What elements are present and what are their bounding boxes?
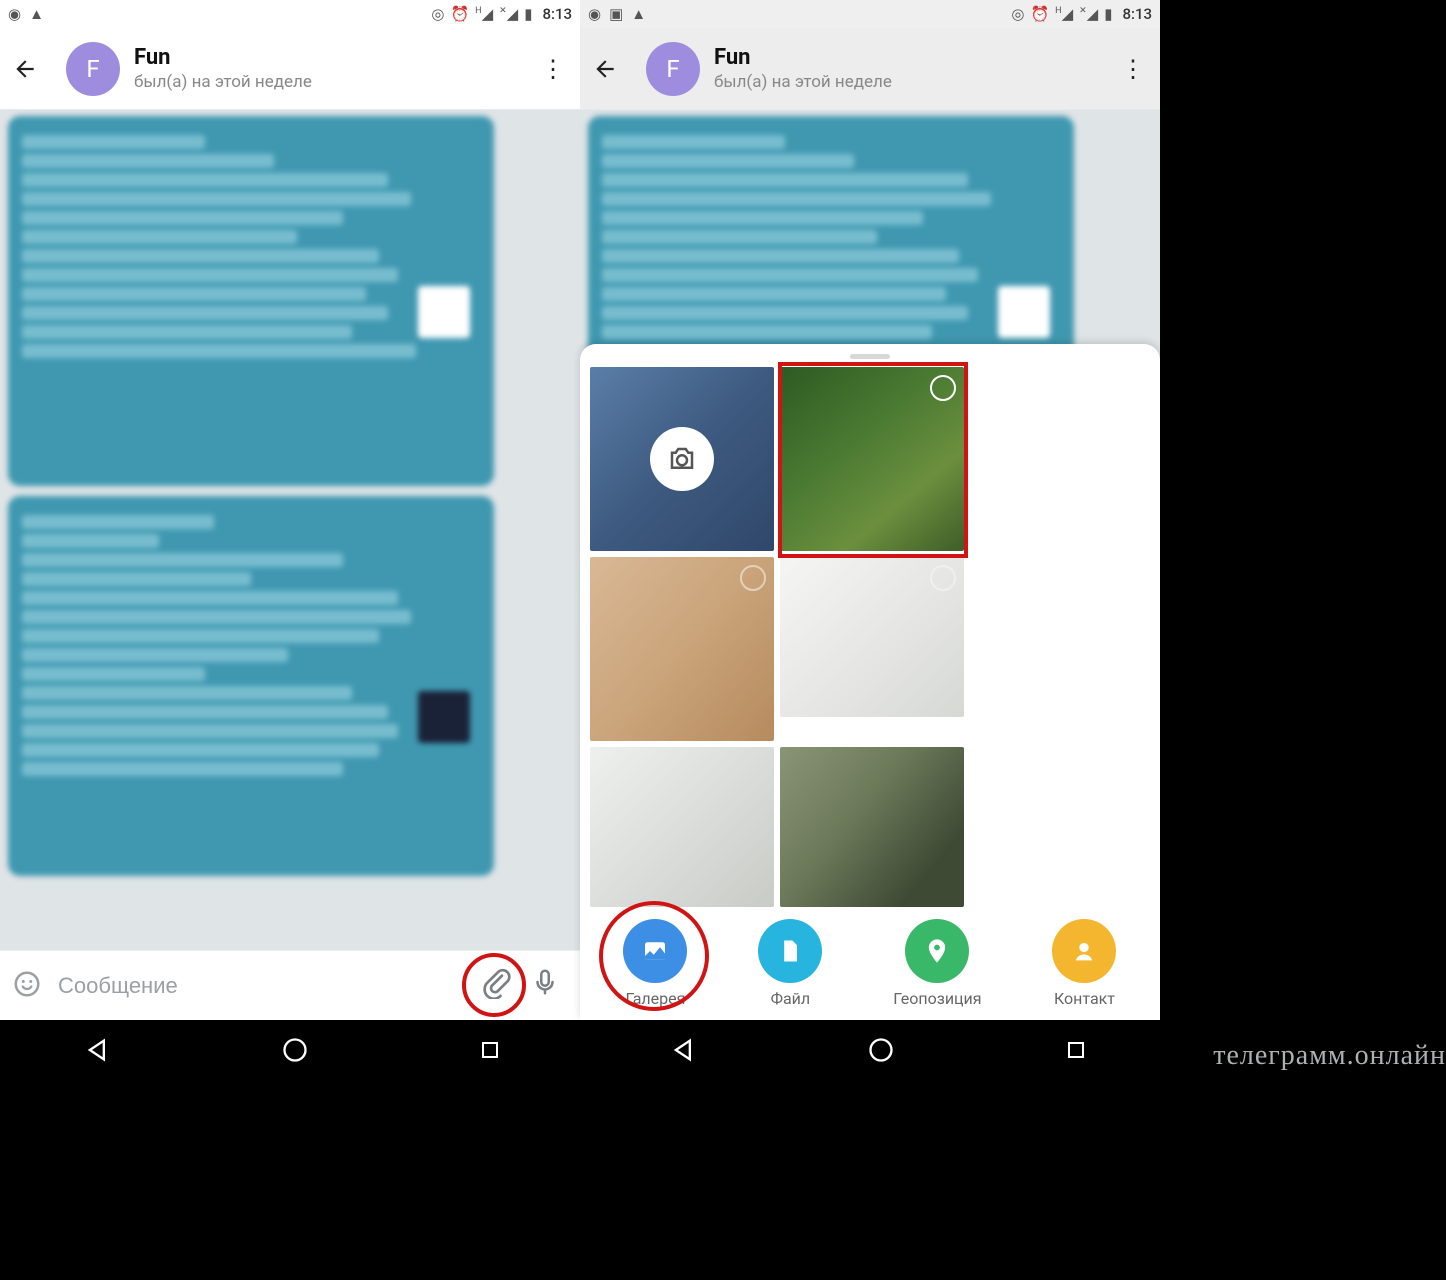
select-indicator[interactable] — [740, 565, 766, 591]
message-input-bar — [0, 950, 580, 1020]
contact-title-block[interactable]: Fun был(а) на этой неделе — [714, 45, 1118, 92]
warning-icon: ▲ — [29, 5, 44, 23]
android-nav-bar — [0, 1020, 1180, 1080]
message-bubble[interactable] — [8, 116, 494, 486]
warning-icon: ▲ — [631, 5, 646, 23]
alarm-icon: ⏰ — [1030, 5, 1049, 23]
screen-right: ◉ ▣ ▲ ◎ ⏰ H◢ ✕◢ ▮ 8:13 F Fun был(а) на э… — [580, 0, 1160, 1020]
contact-status: был(а) на этой неделе — [714, 72, 1118, 92]
music-icon: ◉ — [588, 5, 601, 23]
signal2-icon: ✕◢ — [1079, 5, 1098, 23]
attach-gallery-button[interactable]: Галерея — [623, 919, 687, 1008]
photo-thumbnail[interactable] — [780, 747, 964, 907]
attach-actions-row: Галерея Файл Геопозиция Контакт — [584, 907, 1156, 1012]
photo-thumbnail[interactable] — [780, 557, 964, 717]
camera-icon — [650, 427, 714, 491]
signal2-icon: ✕◢ — [499, 5, 518, 23]
chat-header: F Fun был(а) на этой неделе ⋮ — [0, 28, 580, 110]
nav-recents-button[interactable] — [1064, 1038, 1088, 1062]
contact-avatar[interactable]: F — [66, 42, 120, 96]
file-icon — [758, 919, 822, 983]
nav-back-button[interactable] — [670, 1036, 698, 1064]
message-bubble[interactable] — [8, 496, 494, 876]
contact-icon — [1052, 919, 1116, 983]
emoji-button[interactable] — [12, 969, 46, 1003]
select-indicator[interactable] — [930, 375, 956, 401]
avatar-letter: F — [666, 55, 679, 83]
contact-name: Fun — [134, 45, 538, 70]
cast-icon: ◎ — [431, 5, 444, 23]
attach-action-label: Контакт — [1054, 989, 1115, 1008]
voice-button[interactable] — [530, 967, 568, 1005]
gallery-icon — [623, 919, 687, 983]
battery-icon: ▮ — [524, 5, 532, 23]
clock-text: 8:13 — [1122, 5, 1152, 23]
photo-thumbnail[interactable] — [590, 747, 774, 907]
clock-text: 8:13 — [542, 5, 572, 23]
message-input[interactable] — [58, 973, 468, 999]
overflow-menu-button[interactable]: ⋮ — [1118, 55, 1148, 83]
back-button[interactable] — [12, 56, 52, 82]
cast-icon: ◎ — [1011, 5, 1024, 23]
photo-thumbnail[interactable] — [780, 367, 964, 551]
location-icon — [905, 919, 969, 983]
watermark-text: телеграмм.онлайн — [1213, 1040, 1446, 1276]
avatar-letter: F — [86, 55, 99, 83]
nav-home-button[interactable] — [867, 1036, 895, 1064]
open-camera-tile[interactable] — [590, 367, 774, 551]
chat-header: F Fun был(а) на этой неделе ⋮ — [580, 28, 1160, 110]
battery-icon: ▮ — [1104, 5, 1112, 23]
select-indicator[interactable] — [930, 565, 956, 591]
attach-action-label: Галерея — [625, 989, 685, 1008]
panel-drag-handle[interactable] — [850, 354, 890, 359]
attach-action-label: Геопозиция — [893, 989, 981, 1008]
signal-icon: H◢ — [1055, 5, 1073, 23]
attach-contact-button[interactable]: Контакт — [1052, 919, 1116, 1008]
attachment-panel: Галерея Файл Геопозиция Контакт — [580, 344, 1160, 1020]
status-bar: ◉ ▣ ▲ ◎ ⏰ H◢ ✕◢ ▮ 8:13 — [580, 0, 1160, 28]
overflow-menu-button[interactable]: ⋮ — [538, 55, 568, 83]
contact-status: был(а) на этой неделе — [134, 72, 538, 92]
back-button[interactable] — [592, 56, 632, 82]
image-icon: ▣ — [609, 5, 623, 23]
attach-location-button[interactable]: Геопозиция — [893, 919, 981, 1008]
contact-title-block[interactable]: Fun был(а) на этой неделе — [134, 45, 538, 92]
nav-back-button[interactable] — [84, 1036, 112, 1064]
attach-button[interactable] — [480, 967, 518, 1005]
attach-file-button[interactable]: Файл — [758, 919, 822, 1008]
status-bar: ◉ ▲ ◎ ⏰ H◢ ✕◢ ▮ 8:13 — [0, 0, 580, 28]
alarm-icon: ⏰ — [450, 5, 469, 23]
signal-icon: H◢ — [475, 5, 493, 23]
attach-action-label: Файл — [771, 989, 811, 1008]
contact-avatar[interactable]: F — [646, 42, 700, 96]
chat-messages[interactable] — [0, 110, 580, 950]
screen-left: ◉ ▲ ◎ ⏰ H◢ ✕◢ ▮ 8:13 F Fun был(а) на это… — [0, 0, 580, 1020]
music-icon: ◉ — [8, 5, 21, 23]
recent-photos-grid — [584, 367, 1156, 907]
nav-home-button[interactable] — [281, 1036, 309, 1064]
nav-recents-button[interactable] — [478, 1038, 502, 1062]
contact-name: Fun — [714, 45, 1118, 70]
photo-thumbnail[interactable] — [590, 557, 774, 741]
